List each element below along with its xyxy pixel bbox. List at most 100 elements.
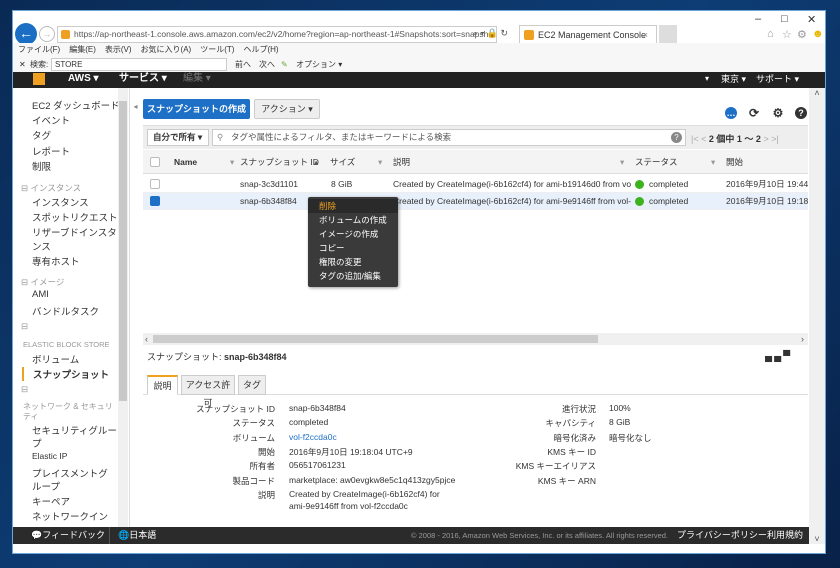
aws-menu[interactable]: AWS ▾ xyxy=(68,72,99,86)
tab-description[interactable]: 説明 xyxy=(147,375,178,395)
menu-item-create-volume[interactable]: ボリュームの作成 xyxy=(308,213,398,227)
chat-feedback-icon[interactable]: … xyxy=(725,107,737,119)
help-icon[interactable]: ? xyxy=(795,107,807,119)
forward-button[interactable]: → xyxy=(39,26,55,42)
sidebar-item-network-interfaces[interactable]: ネットワークイン xyxy=(32,509,108,523)
search-input[interactable]: ⚲ タグや属性によるフィルタ、またはキーワードによる検索? xyxy=(212,129,686,146)
smiley-feedback-icon[interactable]: ☻ xyxy=(812,28,824,40)
favorites-star-icon[interactable]: ☆ xyxy=(782,28,792,41)
sidebar-item-instances[interactable]: インスタンス xyxy=(32,195,89,209)
menu-item-modify-permissions[interactable]: 権限の変更 xyxy=(308,255,398,269)
aws-logo-icon[interactable] xyxy=(33,73,45,85)
sidebar-item-volumes[interactable]: ボリューム xyxy=(32,352,79,366)
back-button[interactable]: ← xyxy=(15,23,37,45)
table-horizontal-scrollbar[interactable]: ‹ › xyxy=(143,333,808,345)
sidebar-item-elastic-ip[interactable]: Elastic IP xyxy=(32,451,67,461)
menu-item-copy[interactable]: コピー xyxy=(308,241,398,255)
tab-tags[interactable]: タグ xyxy=(238,375,266,395)
home-icon[interactable]: ⌂ xyxy=(767,28,774,40)
sidebar-item-key-pairs[interactable]: キーペア xyxy=(32,494,70,508)
menu-favorites[interactable]: お気に入り(A) xyxy=(141,45,192,54)
actions-button[interactable]: アクション ▾ xyxy=(254,99,320,119)
find-next-button[interactable]: 次へ xyxy=(259,57,275,72)
col-name-sort-icon[interactable]: ▾ xyxy=(230,150,234,174)
col-desc-sort-icon[interactable]: ▾ xyxy=(620,150,624,174)
highlight-pen-icon[interactable]: ✎ xyxy=(281,57,288,72)
volume-link[interactable]: vol-f2ccda0c xyxy=(289,432,337,442)
prev-page-icon[interactable]: < xyxy=(701,134,706,144)
sidebar-section-instances[interactable]: ⊟ インスタンス xyxy=(21,182,81,194)
sidebar-item-ami[interactable]: AMI xyxy=(32,289,49,300)
page-scrollbar[interactable]: ˄ ˅ xyxy=(809,88,825,544)
menu-item-add-edit-tags[interactable]: タグの追加/編集 xyxy=(308,269,398,283)
menu-view[interactable]: 表示(V) xyxy=(105,45,132,54)
last-page-icon[interactable]: >| xyxy=(771,134,779,144)
col-size-sort-icon[interactable]: ▾ xyxy=(378,150,382,174)
feedback-button[interactable]: 💬 フィードバック xyxy=(31,527,105,544)
edit-menu[interactable]: 編集 ▾ xyxy=(183,72,211,86)
select-all-checkbox[interactable] xyxy=(150,157,160,167)
region-menu[interactable]: 東京 ▾ xyxy=(721,72,746,86)
address-bar[interactable]: https://ap-northeast-1.console.aws.amazo… xyxy=(57,26,497,43)
support-menu[interactable]: サポート ▾ xyxy=(756,72,799,86)
table-row-selected[interactable]: snap-6b348f84 8 GiB Created by CreateIma… xyxy=(143,193,808,210)
sidebar-item-limits[interactable]: 制限 xyxy=(32,159,51,173)
sidebar-collapse-handle[interactable]: ◂ xyxy=(129,88,141,527)
search-refresh-icons[interactable]: ⌕ ▾ 🔒 ↻ xyxy=(473,28,508,39)
refresh-icon[interactable]: ⟳ xyxy=(748,107,760,119)
sidebar-item-reserved-instances[interactable]: リザーブドインスタ xyxy=(32,225,117,239)
owner-filter-dropdown[interactable]: 自分で所有 ▾ xyxy=(147,129,209,146)
menu-edit[interactable]: 編集(E) xyxy=(69,45,96,54)
sidebar-item-events[interactable]: イベント xyxy=(32,113,70,127)
scroll-thumb[interactable] xyxy=(153,335,598,343)
menu-tools[interactable]: ツール(T) xyxy=(200,45,234,54)
sidebar-item-bundle-tasks[interactable]: バンドルタスク xyxy=(32,304,99,318)
find-prev-button[interactable]: 前へ xyxy=(235,57,251,72)
scroll-right-icon[interactable]: › xyxy=(801,333,804,345)
close-find-icon[interactable]: ✕ xyxy=(19,57,26,72)
sidebar-item-reserved-instances-cont[interactable]: ンス xyxy=(32,239,51,253)
privacy-policy-link[interactable]: プライバシーポリシー xyxy=(677,527,767,544)
new-tab-button[interactable] xyxy=(659,25,677,44)
search-help-icon[interactable]: ? xyxy=(671,132,682,143)
account-dropdown-icon[interactable]: ▾ xyxy=(705,72,709,86)
sidebar-section-images[interactable]: ⊟ イメージ xyxy=(21,276,64,288)
scroll-left-icon[interactable]: ‹ xyxy=(145,333,148,345)
find-input[interactable]: STORE xyxy=(51,58,227,71)
col-snapshot-id[interactable]: スナップショット ID xyxy=(240,150,319,174)
scroll-up-icon[interactable]: ˄ xyxy=(814,88,819,98)
col-description[interactable]: 説明 xyxy=(393,150,410,174)
menu-help[interactable]: ヘルプ(H) xyxy=(243,45,278,54)
col-size[interactable]: サイズ xyxy=(330,150,355,174)
col-started[interactable]: 開始 xyxy=(726,150,743,174)
sidebar-scroll-thumb[interactable] xyxy=(119,101,127,401)
col-status-sort-icon[interactable]: ▾ xyxy=(711,150,715,174)
row-checkbox[interactable] xyxy=(150,179,160,189)
sidebar-item-snapshots[interactable]: スナップショット xyxy=(22,367,109,381)
col-id-sort-asc-icon[interactable]: ▴ xyxy=(314,150,318,174)
menu-item-delete[interactable]: 削除 xyxy=(308,199,398,213)
sidebar-item-security-groups-cont[interactable]: プ xyxy=(32,436,42,450)
tab-permissions[interactable]: アクセス許可 xyxy=(181,375,235,408)
sidebar-item-reports[interactable]: レポート xyxy=(32,144,70,158)
first-page-icon[interactable]: |< xyxy=(691,134,699,144)
menu-item-create-image[interactable]: イメージの作成 xyxy=(308,227,398,241)
settings-gear-icon[interactable]: ⚙ xyxy=(797,28,807,41)
sidebar-item-spot-requests[interactable]: スポットリクエスト xyxy=(32,210,118,224)
sidebar-item-security-groups[interactable]: セキュリティグルー xyxy=(32,423,117,437)
language-button[interactable]: 🌐 日本語 xyxy=(109,527,156,544)
close-window-button[interactable]: ✕ xyxy=(807,13,816,26)
settings-icon[interactable]: ⚙ xyxy=(772,107,784,119)
table-row[interactable]: snap-3c3d1101 8 GiB Created by CreateIma… xyxy=(143,176,808,193)
sidebar-item-dashboard[interactable]: EC2 ダッシュボード xyxy=(32,98,118,112)
sidebar-item-placement-groups[interactable]: プレイスメントグ xyxy=(32,466,108,480)
col-status[interactable]: ステータス xyxy=(635,150,678,174)
sidebar-section-ebs-toggle[interactable]: ⊟ xyxy=(21,321,28,332)
scroll-down-icon[interactable]: ˅ xyxy=(809,534,825,544)
sidebar-item-placement-groups-cont[interactable]: ループ xyxy=(32,479,60,493)
tab-ec2-console[interactable]: EC2 Management Console × xyxy=(519,25,657,44)
minimize-button[interactable]: – xyxy=(755,13,761,25)
menu-file[interactable]: ファイル(F) xyxy=(18,45,60,54)
sidebar-section-network-toggle[interactable]: ⊟ xyxy=(21,384,28,395)
panel-layout-icons[interactable]: ▄▄▀ xyxy=(765,351,792,362)
